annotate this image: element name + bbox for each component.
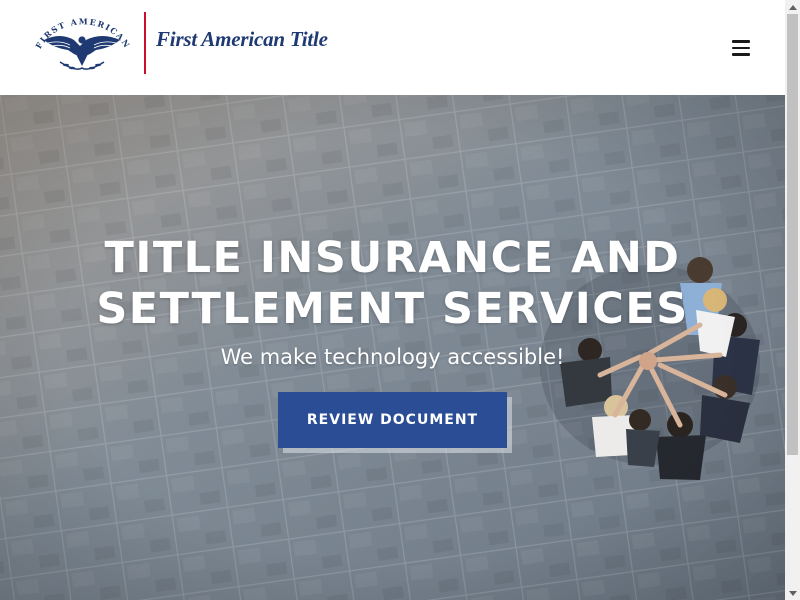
brand-name: First American Title: [156, 27, 328, 51]
hamburger-menu-icon[interactable]: [722, 30, 760, 66]
page: FIRST AMERICAN First American Title TITL…: [0, 0, 785, 600]
scrollbar-thumb[interactable]: [787, 14, 798, 455]
hero-title-line-1: TITLE INSURANCE AND: [104, 233, 681, 283]
hero-subtitle: We make technology accessible!: [220, 345, 565, 369]
logo-divider: [144, 12, 146, 74]
scroll-up-arrow-icon[interactable]: [785, 0, 800, 14]
site-header: FIRST AMERICAN First American Title: [0, 0, 785, 95]
vertical-scrollbar[interactable]: [785, 0, 800, 600]
scroll-down-arrow-icon[interactable]: [785, 586, 800, 600]
eagle-emblem-icon: FIRST AMERICAN: [33, 16, 131, 70]
hero-title: TITLE INSURANCE AND SETTLEMENT SERVICES: [0, 233, 785, 335]
review-document-button[interactable]: REVIEW DOCUMENT: [278, 392, 507, 448]
hero-title-line-2: SETTLEMENT SERVICES: [96, 284, 689, 334]
site-logo[interactable]: FIRST AMERICAN First American Title: [30, 10, 360, 76]
hero-section: TITLE INSURANCE AND SETTLEMENT SERVICES …: [0, 95, 785, 600]
